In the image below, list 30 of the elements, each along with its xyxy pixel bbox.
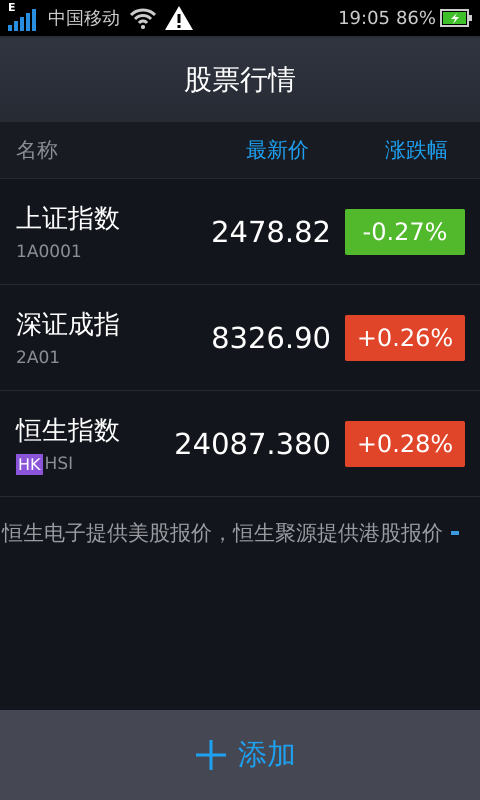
- stock-price: 24087.380: [174, 426, 331, 460]
- plus-icon: [196, 740, 226, 770]
- carrier-name: 中国移动: [48, 7, 120, 30]
- wifi-icon: [130, 7, 156, 29]
- stock-row[interactable]: 深证成指 2A01 8326.90 +0.26%: [0, 285, 480, 391]
- stock-code: 2A01: [16, 348, 60, 368]
- screen-title: 股票行情: [0, 38, 480, 122]
- stock-name: 上证指数: [16, 203, 121, 236]
- column-header[interactable]: 涨跌幅: [385, 136, 448, 164]
- column-header: 名称: [16, 137, 59, 164]
- stock-price: 8326.90: [211, 320, 331, 354]
- battery-level: 86%: [396, 8, 436, 28]
- battery-charging-icon: [440, 9, 472, 27]
- stock-code: HSI: [44, 454, 74, 474]
- clock-time: 19:05: [338, 8, 390, 28]
- notice-text: 恒生电子提供美股报价，恒生聚源提供港股报价: [2, 520, 443, 547]
- network-type: E: [8, 1, 16, 14]
- stock-code: 1A0001: [16, 242, 82, 262]
- add-button[interactable]: 添加: [190, 731, 302, 779]
- more-icon: [451, 531, 459, 535]
- stock-row[interactable]: 恒生指数 HK HSI 24087.380 +0.28%: [0, 391, 480, 497]
- stock-name: 深证成指: [16, 309, 121, 342]
- stock-row[interactable]: 上证指数 1A0001 2478.82 -0.27%: [0, 179, 480, 285]
- change-badge[interactable]: +0.28%: [345, 420, 465, 466]
- change-badge[interactable]: +0.26%: [345, 314, 465, 360]
- market-tag: HK: [16, 454, 43, 474]
- column-header[interactable]: 最新价: [246, 136, 309, 164]
- warning-icon: [164, 5, 194, 31]
- stock-name: 恒生指数: [16, 414, 121, 448]
- stock-price: 2478.82: [211, 214, 331, 248]
